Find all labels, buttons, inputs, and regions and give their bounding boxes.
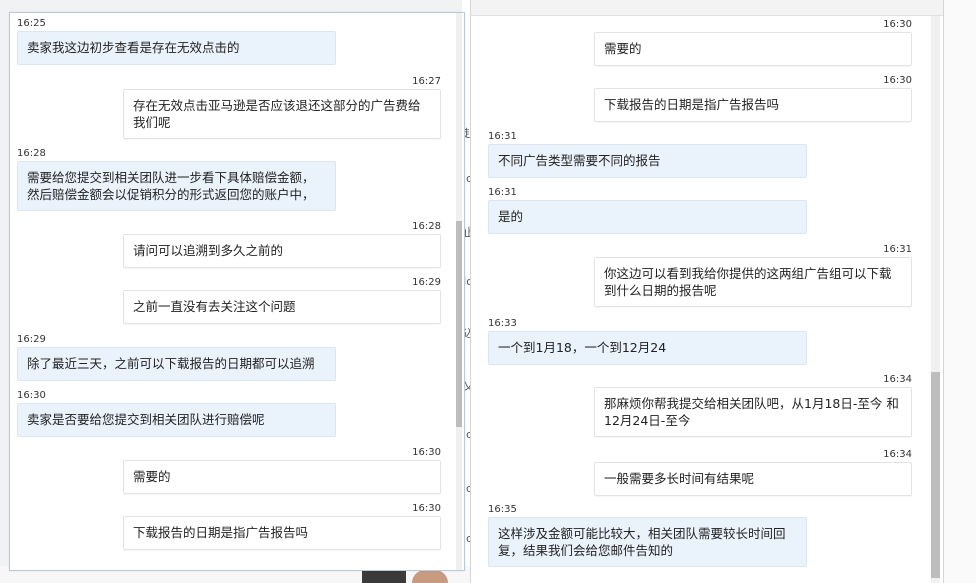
message-timestamp: 16:31 <box>488 131 517 142</box>
chat-scrollbar-left[interactable] <box>456 13 462 570</box>
message-bubble[interactable]: 你这边可以看到我给你提供的这两组广告组可以下载到什么日期的报告呢 <box>594 257 912 307</box>
chat-scrollbar-right[interactable] <box>931 16 940 583</box>
chat-window-right-header <box>471 0 943 16</box>
message-bubble[interactable]: 存在无效点击亚马逊是否应该退还这部分的广告费给我们呢 <box>123 89 441 139</box>
message-bubble[interactable]: 一个到1月18，一个到12月24 <box>488 331 807 365</box>
chat-message-outgoing: 16:28 请问可以追溯到多久之前的 <box>17 221 441 268</box>
message-bubble[interactable]: 一般需要多长时间有结果呢 <box>594 462 912 496</box>
message-timestamp: 16:30 <box>412 447 441 458</box>
message-timestamp: 16:34 <box>883 374 912 385</box>
chat-message-incoming: 16:25 卖家我这边初步查看是存在无效点击的 <box>17 18 441 65</box>
message-timestamp: 16:25 <box>17 18 46 29</box>
message-bubble[interactable]: 不同广告类型需要不同的报告 <box>488 144 807 178</box>
message-timestamp: 16:33 <box>488 318 517 329</box>
chat-message-incoming: 16:31 不同广告类型需要不同的报告 <box>488 131 912 178</box>
message-bubble[interactable]: 之前一直没有去关注这个问题 <box>123 290 441 324</box>
message-timestamp: 16:31 <box>883 244 912 255</box>
message-bubble[interactable]: 需要的 <box>123 460 441 494</box>
chat-message-outgoing: 16:27 存在无效点击亚马逊是否应该退还这部分的广告费给我们呢 <box>17 76 441 139</box>
chat-message-outgoing: 16:34 一般需要多长时间有结果呢 <box>488 449 912 496</box>
chat-scrollbar-thumb-right[interactable] <box>931 372 940 578</box>
chat-message-outgoing: 16:31 你这边可以看到我给你提供的这两组广告组可以下载到什么日期的报告呢 <box>488 244 912 307</box>
chat-message-incoming: 16:33 一个到1月18，一个到12月24 <box>488 318 912 365</box>
chat-message-incoming: 16:31 是的 <box>488 187 912 234</box>
message-timestamp: 16:31 <box>488 187 517 198</box>
message-bubble[interactable]: 除了最近三天，之前可以下载报告的日期都可以追溯 <box>17 347 336 381</box>
message-bubble[interactable]: 那麻烦你帮我提交给相关团队吧，从1月18日-至今 和12月24日-至今 <box>594 387 912 437</box>
message-bubble[interactable]: 需要给您提交到相关团队进一步看下具体赔偿金额，然后赔偿金额会以促销积分的形式返回… <box>17 161 336 211</box>
chat-message-outgoing: 16:34 那麻烦你帮我提交给相关团队吧，从1月18日-至今 和12月24日-至今 <box>488 374 912 437</box>
message-bubble[interactable]: 是的 <box>488 200 807 234</box>
chat-message-outgoing: 16:30 下载报告的日期是指广告报告吗 <box>488 75 912 122</box>
chat-window-right[interactable]: 16:30 需要的 16:30 下载报告的日期是指广告报告吗 16:31 不同广告类型需要… <box>470 0 944 583</box>
message-bubble[interactable]: 卖家我这边初步查看是存在无效点击的 <box>17 31 336 65</box>
chat-scrollbar-thumb-left[interactable] <box>456 221 462 427</box>
message-timestamp: 16:29 <box>17 334 46 345</box>
message-bubble[interactable]: 下载报告的日期是指广告报告吗 <box>123 516 441 550</box>
message-timestamp: 16:29 <box>412 277 441 288</box>
message-bubble[interactable]: 这样涉及金额可能比较大，相关团队需要较长时间回复，结果我们会给您邮件告知的 <box>488 517 807 567</box>
chat-message-incoming: 16:35 这样涉及金额可能比较大，相关团队需要较长时间回复，结果我们会给您邮件告… <box>488 504 912 567</box>
chat-message-incoming: 16:29 除了最近三天，之前可以下载报告的日期都可以追溯 <box>17 334 441 381</box>
chat-window-left[interactable]: 16:25 卖家我这边初步查看是存在无效点击的 16:27 存在无效点击亚马逊是否应该… <box>9 12 465 571</box>
message-bubble[interactable]: 下载报告的日期是指广告报告吗 <box>594 88 912 122</box>
background-avatar <box>412 570 448 583</box>
message-bubble[interactable]: 请问可以追溯到多久之前的 <box>123 234 441 268</box>
background-page-right-edge <box>943 0 976 583</box>
chat-message-incoming: 16:28 需要给您提交到相关团队进一步看下具体赔偿金额，然后赔偿金额会以促销积分… <box>17 148 441 211</box>
chat-message-outgoing: 16:29 之前一直没有去关注这个问题 <box>17 277 441 324</box>
message-bubble[interactable]: 卖家是否要给您提交到相关团队进行赔偿呢 <box>17 403 336 437</box>
chat-message-outgoing: 16:30 需要的 <box>488 19 912 66</box>
chat-message-outgoing: 16:30 需要的 <box>17 447 441 494</box>
message-timestamp: 16:34 <box>883 449 912 460</box>
message-timestamp: 16:28 <box>412 221 441 232</box>
chat-message-incoming: 16:30 卖家是否要给您提交到相关团队进行赔偿呢 <box>17 390 441 437</box>
message-timestamp: 16:27 <box>412 76 441 87</box>
chat-message-outgoing: 16:30 下载报告的日期是指广告报告吗 <box>17 503 441 550</box>
message-timestamp: 16:28 <box>17 148 46 159</box>
message-timestamp: 16:30 <box>17 390 46 401</box>
message-bubble[interactable]: 需要的 <box>594 32 912 66</box>
message-timestamp: 16:30 <box>883 19 912 30</box>
message-timestamp: 16:30 <box>883 75 912 86</box>
message-timestamp: 16:35 <box>488 504 517 515</box>
message-timestamp: 16:30 <box>412 503 441 514</box>
background-dark-block <box>362 570 406 583</box>
